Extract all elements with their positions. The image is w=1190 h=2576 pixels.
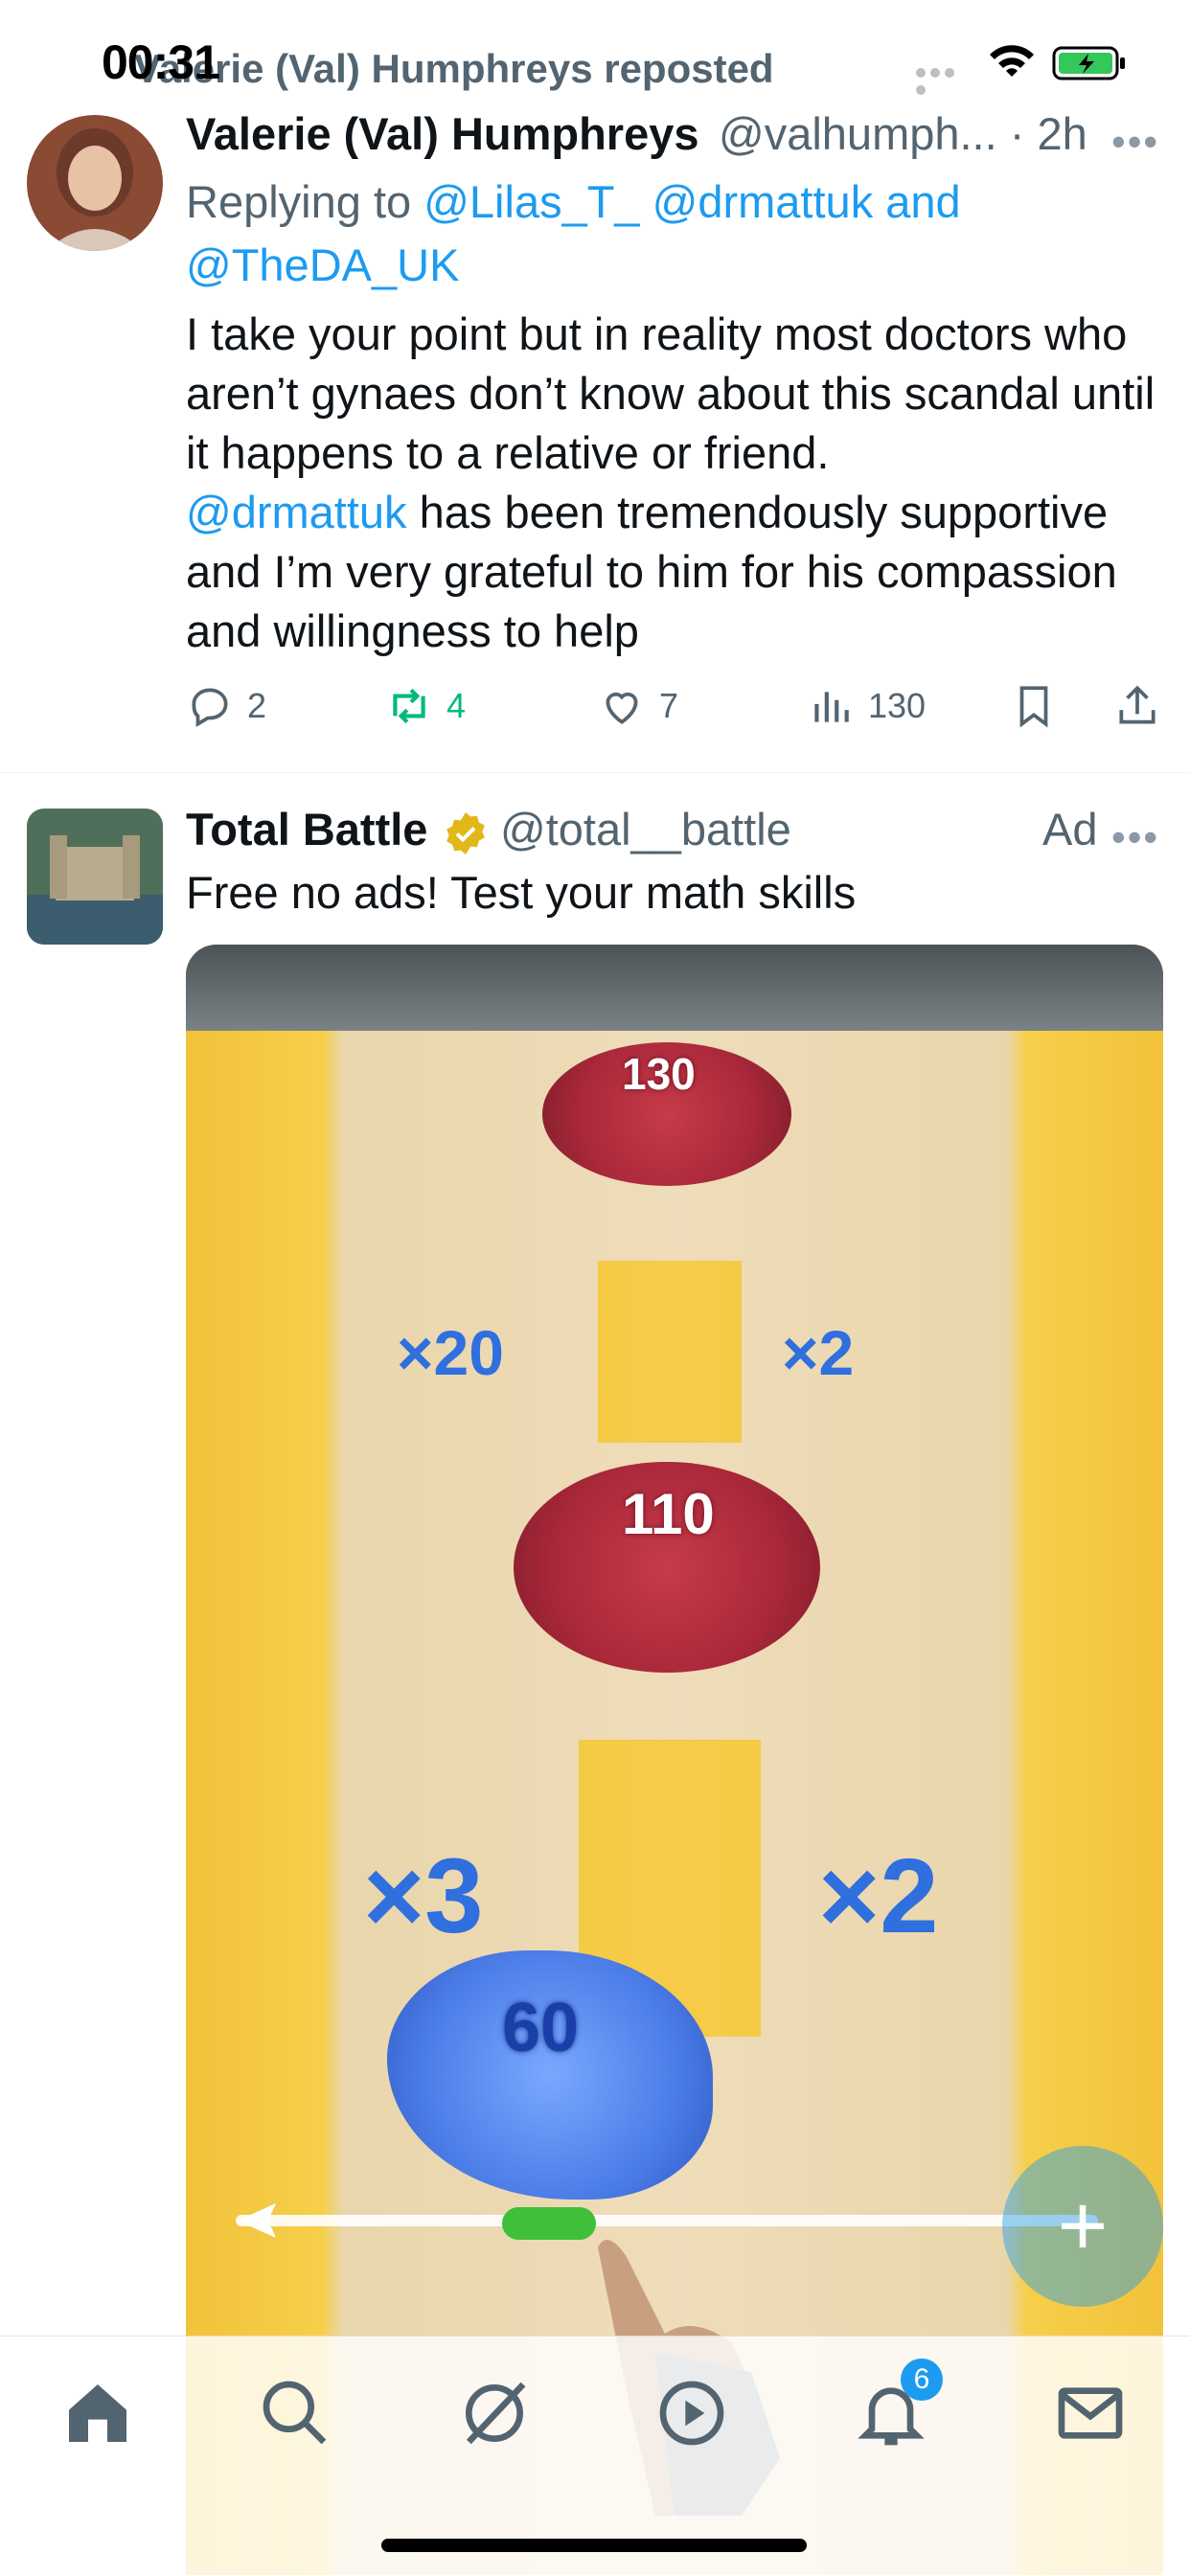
reply-mention-theda[interactable]: @TheDA_UK	[186, 239, 459, 290]
author-handle-time[interactable]: @valhumph... · 2h	[719, 107, 1087, 160]
reply-button[interactable]: 2	[186, 682, 266, 730]
repost-count: 4	[446, 686, 467, 725]
repost-indicator[interactable]: Valerie (Val) Humphreys reposted	[134, 46, 774, 92]
ad-video[interactable]: 130 ×20 ×2 110 ×3 ×2 60	[186, 945, 1163, 2575]
search-icon[interactable]	[257, 2375, 333, 2451]
tweet-text-part1: I take your point but in reality most do…	[186, 308, 1156, 478]
plus-icon: +	[1057, 2177, 1109, 2274]
compose-button[interactable]: +	[1002, 2146, 1163, 2307]
mail-icon[interactable]	[1052, 2375, 1129, 2451]
home-icon[interactable]	[59, 2375, 136, 2451]
multiplier-right-bottom: ×2	[818, 1837, 939, 1955]
tweet-actions: 2 4 7 130	[186, 682, 1173, 740]
share-icon	[1119, 685, 1156, 724]
author-avatar[interactable]	[27, 115, 163, 251]
army-count-top: 130	[622, 1049, 696, 1099]
repost-button[interactable]: 4	[385, 682, 466, 730]
grok-icon[interactable]	[456, 2375, 533, 2451]
battery-icon	[1052, 46, 1125, 80]
multiplier-left-bottom: ×3	[363, 1837, 484, 1955]
more-options-icon[interactable]: •••	[1111, 119, 1159, 165]
reply-icon	[192, 688, 228, 728]
bookmark-button[interactable]	[1010, 682, 1071, 730]
ad-label: Ad	[1042, 804, 1098, 855]
army-count-player: 60	[502, 1990, 580, 2066]
arrow-left-icon	[238, 2203, 276, 2238]
home-indicator	[381, 2539, 807, 2552]
heart-icon	[606, 692, 638, 724]
signal-icon	[916, 65, 972, 95]
repost-icon	[393, 688, 425, 724]
reply-mention-lilas[interactable]: @Lilas_T_	[423, 176, 639, 227]
advertiser-name[interactable]: Total Battle	[186, 803, 427, 855]
gate-strip	[598, 1261, 742, 1443]
wifi-icon	[990, 45, 1034, 77]
reply-count: 2	[247, 686, 267, 725]
blue-army-blob	[387, 1950, 713, 2200]
like-button[interactable]: 7	[598, 682, 678, 730]
reply-and: and	[873, 176, 961, 227]
views-button[interactable]: 130	[807, 682, 926, 730]
gate-graphic	[186, 945, 1163, 1031]
more-options-icon[interactable]: •••	[1111, 814, 1159, 860]
tweet-mention-drmattuk[interactable]: @drmattuk	[186, 487, 407, 537]
swipe-handle	[502, 2207, 596, 2240]
views-count: 130	[868, 686, 927, 725]
multiplier-left-top: ×20	[397, 1317, 504, 1388]
status-bar-time: 00:31	[102, 35, 220, 89]
tweet-text: I take your point but in reality most do…	[186, 305, 1173, 661]
multiplier-right-top: ×2	[782, 1317, 855, 1388]
notification-badge: 6	[901, 2359, 943, 2401]
author-name[interactable]: Valerie (Val) Humphreys	[186, 107, 699, 160]
replying-to: Replying to @Lilas_T_ @drmattuk and @The…	[186, 171, 1010, 297]
verified-badge-icon	[446, 812, 485, 855]
share-button[interactable]	[1113, 682, 1175, 730]
reply-mention-drmattuk[interactable]: @drmattuk	[652, 176, 874, 227]
views-icon	[814, 692, 849, 722]
bookmark-icon	[1019, 686, 1048, 728]
play-icon[interactable]	[653, 2375, 730, 2451]
advertiser-handle[interactable]: @total__battle	[500, 803, 791, 855]
army-count-middle: 110	[622, 1482, 715, 1546]
replying-to-label: Replying to	[186, 176, 424, 227]
ad-text: Free no ads! Test your math skills	[186, 867, 857, 918]
like-count: 7	[659, 686, 679, 725]
swipe-track	[236, 2215, 1098, 2226]
advertiser-avatar[interactable]	[27, 809, 163, 945]
tweet-divider	[0, 772, 1190, 773]
